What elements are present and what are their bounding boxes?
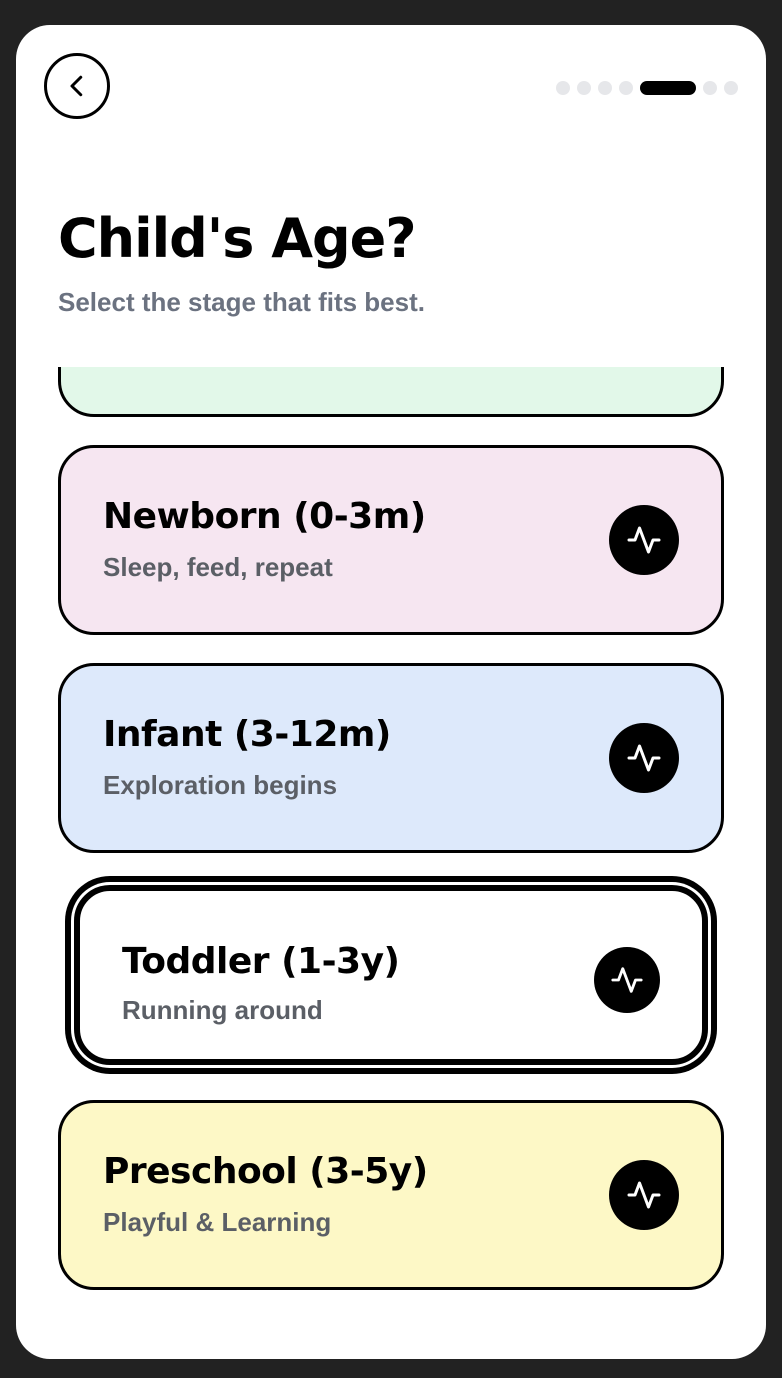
progress-dot [577, 81, 591, 95]
activity-icon [609, 723, 679, 793]
stage-description: Exploration begins [103, 770, 338, 800]
progress-dot [619, 81, 633, 95]
progress-dot [556, 81, 570, 95]
stage-card-newborn[interactable]: Newborn (0-3m) Sleep, feed, repeat [58, 445, 724, 635]
stage-label: Infant (3-12m) [103, 714, 391, 755]
stage-label: Toddler (1-3y) [122, 941, 400, 982]
stage-description: Sleep, feed, repeat [103, 552, 333, 582]
progress-dot [724, 81, 738, 95]
stage-card-toddler[interactable]: Toddler (1-3y) Running around [74, 885, 708, 1065]
stage-card-preschool[interactable]: Preschool (3-5y) Playful & Learning [58, 1100, 724, 1290]
stage-list[interactable]: Newborn (0-3m) Sleep, feed, repeat Infan… [16, 367, 766, 1359]
back-button[interactable] [44, 53, 110, 119]
progress-dot-active [640, 81, 696, 95]
stage-description: Playful & Learning [103, 1207, 332, 1237]
stage-label: Preschool (3-5y) [103, 1151, 428, 1192]
chevron-left-icon [70, 75, 83, 97]
stage-label: Newborn (0-3m) [103, 496, 426, 537]
activity-icon [594, 947, 660, 1013]
activity-icon [609, 1160, 679, 1230]
activity-icon [609, 505, 679, 575]
page-subtitle: Select the stage that fits best. [58, 287, 425, 317]
progress-dot [598, 81, 612, 95]
page-title: Child's Age? [58, 207, 417, 270]
onboarding-screen: Child's Age? Select the stage that fits … [16, 25, 766, 1359]
stage-description: Running around [122, 995, 323, 1025]
stage-card-partial[interactable] [58, 367, 724, 417]
stage-card-infant[interactable]: Infant (3-12m) Exploration begins [58, 663, 724, 853]
progress-dot [703, 81, 717, 95]
progress-indicator [556, 81, 738, 95]
